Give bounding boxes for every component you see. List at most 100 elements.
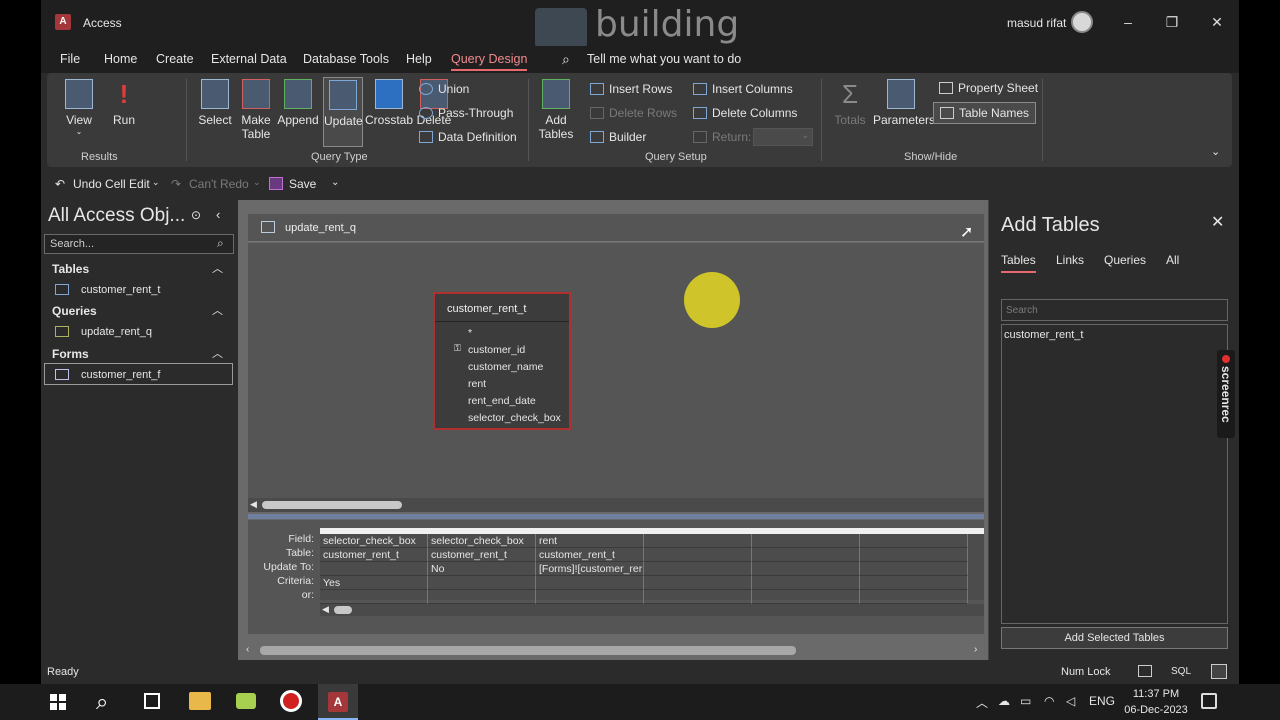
- field-selector-check-box[interactable]: selector_check_box: [468, 412, 561, 424]
- field-rent[interactable]: rent: [468, 378, 486, 390]
- design-view-icon[interactable]: [1211, 664, 1227, 679]
- grid-cell-table[interactable]: customer_rent_t: [536, 548, 644, 562]
- grid-cell-update-to[interactable]: [Forms]![customer_rer: [536, 562, 644, 576]
- totals-button[interactable]: Σ Totals: [833, 79, 867, 127]
- chevron-down-icon[interactable]: ⌄: [152, 177, 160, 188]
- grid-cell-criteria[interactable]: [644, 576, 752, 590]
- crosstab-button[interactable]: Crosstab: [365, 79, 413, 127]
- screen-recorder-icon[interactable]: [280, 690, 302, 712]
- insert-columns-button[interactable]: Insert Columns: [693, 82, 793, 96]
- nav-section-queries[interactable]: Queries: [52, 304, 97, 318]
- grid-cell-update-to[interactable]: [752, 562, 860, 576]
- document-horizontal-scrollbar[interactable]: ‹ ›: [238, 640, 988, 662]
- list-item[interactable]: customer_rent_t: [1004, 329, 1083, 341]
- close-button[interactable]: ✕: [1202, 10, 1232, 34]
- save-button[interactable]: Save: [289, 177, 316, 191]
- grid-cell-criteria[interactable]: Yes: [320, 576, 428, 590]
- grid-cell-criteria[interactable]: [536, 576, 644, 590]
- grid-cell-or[interactable]: [860, 590, 968, 604]
- delete-rows-button[interactable]: Delete Rows: [590, 106, 677, 120]
- grid-cell-or[interactable]: [752, 590, 860, 604]
- tab-links[interactable]: Links: [1056, 253, 1084, 267]
- notification-icon[interactable]: [1201, 693, 1217, 709]
- wifi-icon[interactable]: ◠: [1044, 694, 1054, 708]
- grid-cell-table[interactable]: customer_rent_t: [428, 548, 536, 562]
- grid-cell-criteria[interactable]: [860, 576, 968, 590]
- redo-button[interactable]: Can't Redo: [189, 177, 249, 191]
- tab-create[interactable]: Create: [156, 52, 194, 66]
- grid-cell-table[interactable]: [752, 548, 860, 562]
- pane-splitter[interactable]: [248, 514, 984, 519]
- undo-icon[interactable]: ↶: [55, 177, 65, 191]
- network-icon[interactable]: ▭: [1020, 694, 1031, 708]
- grid-cell-update-to[interactable]: [644, 562, 752, 576]
- delete-columns-button[interactable]: Delete Columns: [693, 106, 797, 120]
- upper-horizontal-scrollbar[interactable]: ◀: [248, 498, 984, 512]
- avatar[interactable]: [1071, 11, 1093, 33]
- grid-cell-field[interactable]: [752, 534, 860, 548]
- grid-cell-field[interactable]: selector_check_box: [428, 534, 536, 548]
- parameters-button[interactable]: Parameters: [873, 79, 935, 127]
- task-view-icon[interactable]: [144, 693, 160, 709]
- query-tab-title[interactable]: update_rent_q: [285, 222, 356, 234]
- nav-item-customer-rent-t[interactable]: customer_rent_t: [55, 284, 160, 296]
- add-selected-tables-button[interactable]: Add Selected Tables: [1001, 627, 1228, 649]
- tab-tables[interactable]: Tables: [1001, 253, 1036, 273]
- save-icon[interactable]: [269, 177, 283, 190]
- grid-cell-field[interactable]: rent: [536, 534, 644, 548]
- access-taskbar-button[interactable]: A: [318, 684, 358, 720]
- scroll-thumb[interactable]: [260, 646, 796, 655]
- run-button[interactable]: ! Run: [105, 79, 143, 127]
- field-list-customer-rent-t[interactable]: customer_rent_t * ⚿ customer_id customer…: [433, 292, 571, 430]
- grid-cell-update-to[interactable]: No: [428, 562, 536, 576]
- scroll-left-icon[interactable]: ◀: [322, 604, 329, 615]
- search-icon[interactable]: ⌕: [96, 689, 108, 715]
- scroll-thumb[interactable]: [262, 501, 402, 509]
- nav-section-forms[interactable]: Forms: [52, 347, 89, 361]
- tab-all[interactable]: All: [1166, 253, 1179, 267]
- language-indicator[interactable]: ENG: [1089, 694, 1115, 708]
- datasheet-view-icon[interactable]: [1138, 665, 1152, 677]
- grid-cell-or[interactable]: [536, 590, 644, 604]
- pass-through-button[interactable]: Pass-Through: [419, 106, 513, 120]
- chevron-up-icon[interactable]: ︿: [212, 345, 223, 361]
- scroll-thumb[interactable]: [334, 606, 352, 614]
- grid-horizontal-scrollbar[interactable]: ◀: [320, 604, 984, 616]
- grid-cell-or[interactable]: [428, 590, 536, 604]
- undo-button[interactable]: Undo Cell Edit: [73, 177, 150, 191]
- screenrec-widget[interactable]: screenrec: [1217, 350, 1235, 438]
- windows-start-icon[interactable]: [50, 694, 66, 710]
- field-all[interactable]: *: [468, 327, 472, 339]
- grid-cell-table[interactable]: [860, 548, 968, 562]
- customize-qat-icon[interactable]: ⌄: [331, 177, 339, 188]
- property-sheet-button[interactable]: Property Sheet: [939, 81, 1038, 95]
- maximize-button[interactable]: ❐: [1157, 10, 1187, 34]
- scroll-left-icon[interactable]: ◀: [250, 499, 257, 510]
- tab-database-tools[interactable]: Database Tools: [303, 52, 389, 66]
- builder-button[interactable]: Builder: [590, 130, 646, 144]
- app-icon[interactable]: [236, 693, 256, 709]
- grid-cell-field[interactable]: [644, 534, 752, 548]
- update-query-button[interactable]: Update: [323, 77, 363, 147]
- tab-external-data[interactable]: External Data: [211, 52, 287, 66]
- select-query-button[interactable]: Select: [195, 79, 235, 127]
- nav-search-input[interactable]: Search... ⌕: [44, 234, 234, 254]
- grid-cell-or[interactable]: [644, 590, 752, 604]
- append-button[interactable]: Append: [277, 79, 319, 127]
- user-name[interactable]: masud rifat: [1007, 16, 1066, 30]
- view-button[interactable]: View ⌄: [61, 79, 97, 136]
- chevron-up-icon[interactable]: ︿: [212, 260, 223, 276]
- tab-file[interactable]: File: [60, 52, 80, 66]
- grid-cell-or[interactable]: [320, 590, 428, 604]
- sql-view-button[interactable]: SQL: [1171, 666, 1191, 677]
- data-definition-button[interactable]: Data Definition: [419, 130, 517, 144]
- grid-cell-update-to[interactable]: [320, 562, 428, 576]
- nav-section-tables[interactable]: Tables: [52, 262, 89, 276]
- chevron-up-icon[interactable]: ︿: [212, 302, 223, 318]
- tab-query-design[interactable]: Query Design: [451, 52, 528, 71]
- field-customer-name[interactable]: customer_name: [468, 361, 543, 373]
- tell-me-search[interactable]: Tell me what you want to do: [587, 52, 741, 66]
- grid-cell-table[interactable]: [644, 548, 752, 562]
- grid-cell-field[interactable]: [860, 534, 968, 548]
- tab-queries[interactable]: Queries: [1104, 253, 1146, 267]
